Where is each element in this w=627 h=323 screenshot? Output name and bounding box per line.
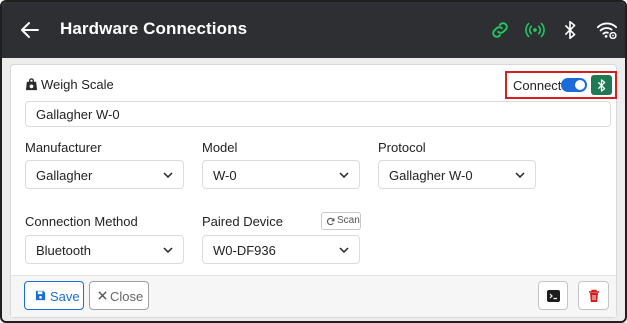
- chevron-down-icon: [339, 247, 349, 254]
- paired-device-value: W0-DF936: [213, 243, 276, 258]
- toggle-knob: [575, 80, 585, 90]
- section-label: Weigh Scale: [41, 77, 114, 92]
- save-icon: [35, 290, 46, 301]
- page-title: Hardware Connections: [60, 19, 248, 38]
- protocol-select[interactable]: Gallagher W-0: [378, 160, 536, 189]
- connect-label: Connect: [513, 78, 562, 93]
- close-icon: [98, 291, 107, 300]
- save-button[interactable]: Save: [24, 281, 84, 310]
- connect-toggle[interactable]: [561, 78, 587, 92]
- close-label: Close: [110, 289, 144, 304]
- close-button[interactable]: Close: [89, 281, 149, 310]
- protocol-value: Gallagher W-0: [389, 168, 473, 183]
- scan-button[interactable]: Scan: [321, 212, 361, 230]
- card-footer: Save Close: [11, 275, 616, 317]
- app-bar: Hardware Connections: [2, 2, 625, 58]
- manufacturer-value: Gallagher: [36, 168, 93, 183]
- app-window: Hardware Connections Weigh Scale Connect: [0, 0, 627, 323]
- manufacturer-label: Manufacturer: [25, 140, 102, 155]
- connection-method-select[interactable]: Bluetooth: [25, 235, 184, 264]
- chevron-down-icon: [163, 172, 173, 179]
- device-card: Weigh Scale Connect Gallagher W-0 Manufa…: [10, 64, 617, 318]
- refresh-icon: [326, 217, 335, 226]
- manufacturer-select[interactable]: Gallagher: [25, 160, 184, 189]
- delete-button[interactable]: [578, 281, 609, 310]
- paired-device-label: Paired Device: [202, 214, 283, 229]
- bluetooth-icon[interactable]: [559, 19, 581, 41]
- wifi-settings-icon[interactable]: [595, 19, 619, 41]
- bluetooth-status-button[interactable]: [591, 75, 612, 95]
- model-value: W-0: [213, 168, 237, 183]
- bluetooth-icon: [597, 79, 606, 92]
- trash-icon: [589, 289, 599, 302]
- chevron-down-icon: [163, 247, 173, 254]
- link-icon[interactable]: [489, 19, 511, 41]
- device-name-input[interactable]: Gallagher W-0: [25, 101, 611, 127]
- scan-label: Scan: [337, 215, 360, 226]
- broadcast-icon[interactable]: [524, 19, 546, 41]
- model-select[interactable]: W-0: [202, 160, 360, 189]
- connect-highlight: Connect: [505, 71, 617, 99]
- protocol-label: Protocol: [378, 140, 426, 155]
- chevron-down-icon: [515, 172, 525, 179]
- chevron-down-icon: [339, 172, 349, 179]
- paired-device-select[interactable]: W0-DF936: [202, 235, 360, 264]
- scale-icon: [25, 78, 38, 91]
- connection-method-label: Connection Method: [25, 214, 138, 229]
- arrow-left-icon[interactable]: [18, 18, 42, 42]
- model-label: Model: [202, 140, 238, 155]
- terminal-icon: [547, 290, 560, 302]
- terminal-button[interactable]: [538, 281, 568, 310]
- save-label: Save: [50, 289, 80, 304]
- connection-method-value: Bluetooth: [36, 243, 91, 258]
